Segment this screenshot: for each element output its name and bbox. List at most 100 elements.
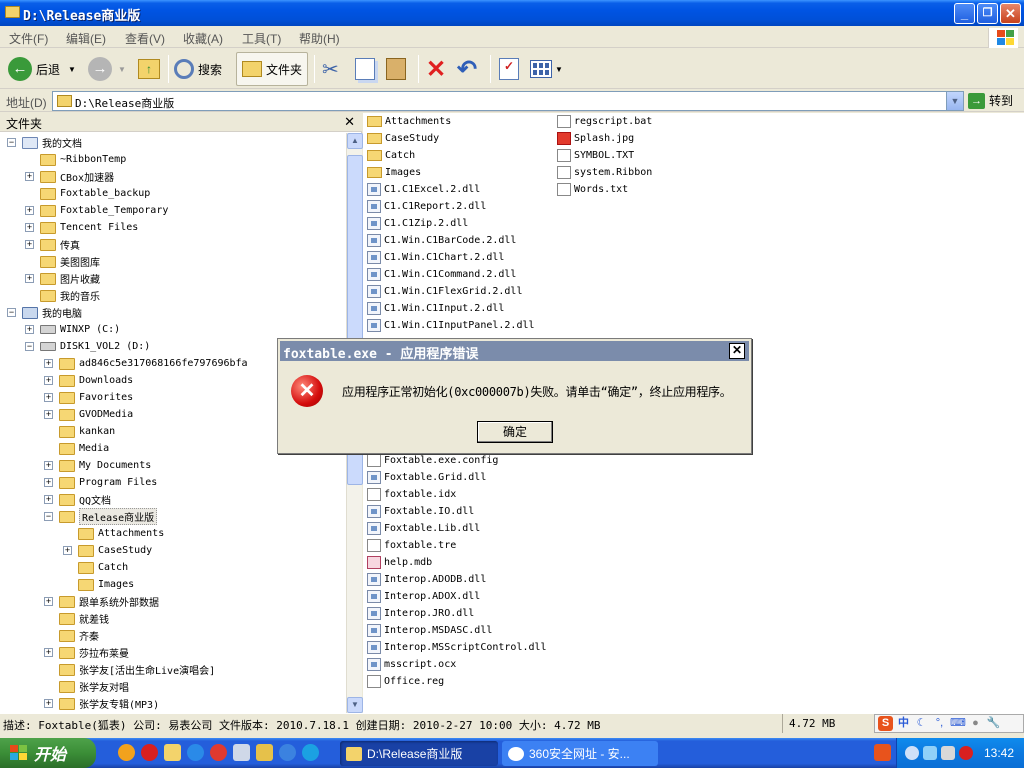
tree-node[interactable]: + My Documents: [44, 457, 151, 474]
tree-expander-icon[interactable]: +: [44, 461, 53, 470]
tree-node[interactable]: 我的音乐: [40, 287, 100, 304]
file-item[interactable]: Interop.JRO.dll: [367, 605, 474, 621]
close-button[interactable]: ✕: [1000, 3, 1021, 24]
tree-expander-icon[interactable]: +: [25, 325, 34, 334]
menu-file[interactable]: 文件(F): [9, 30, 48, 47]
tree-expander-icon[interactable]: +: [63, 546, 72, 555]
back-dropdown-icon[interactable]: ▼: [68, 65, 76, 74]
tree-expander-icon[interactable]: +: [44, 393, 53, 402]
tree-node[interactable]: 就差钱: [59, 610, 109, 627]
ok-button[interactable]: 确定: [477, 421, 553, 443]
tree-node[interactable]: + 张学友专辑(MP3): [44, 695, 159, 712]
copy-button[interactable]: [355, 52, 375, 86]
360-browser-icon[interactable]: [279, 744, 296, 761]
tree-expander-icon[interactable]: +: [25, 223, 34, 232]
forward-dropdown-icon[interactable]: ▼: [118, 65, 126, 74]
tree-expander-icon[interactable]: −: [44, 512, 53, 521]
folder-shortcut-icon[interactable]: [256, 744, 273, 761]
file-item[interactable]: C1.Win.C1Chart.2.dll: [367, 249, 504, 265]
views-dropdown-icon[interactable]: ▼: [555, 65, 563, 74]
tree-node[interactable]: − 我的电脑: [7, 304, 82, 321]
menu-tools[interactable]: 工具(T): [242, 30, 281, 47]
tree-node[interactable]: + Program Files: [44, 474, 157, 491]
tray-volume-icon[interactable]: [941, 746, 955, 760]
file-item[interactable]: foxtable.tre: [367, 537, 456, 553]
undo-button[interactable]: ↶: [457, 52, 477, 86]
tree-node[interactable]: Attachments: [78, 525, 164, 542]
file-item[interactable]: foxtable.idx: [367, 486, 456, 502]
tree-node[interactable]: Foxtable_backup: [40, 185, 150, 202]
back-button[interactable]: ← 后退 ▼: [8, 52, 76, 86]
file-item[interactable]: SYMBOL.TXT: [557, 147, 634, 163]
folders-button[interactable]: 文件夹: [236, 52, 309, 86]
tree-expander-icon[interactable]: +: [44, 597, 53, 606]
tree-expander-icon[interactable]: +: [44, 359, 53, 368]
properties-button[interactable]: ✓: [499, 52, 519, 86]
maximize-button[interactable]: ❐: [977, 3, 998, 24]
menu-view[interactable]: 查看(V): [125, 30, 165, 47]
qq-icon[interactable]: [187, 744, 204, 761]
file-item[interactable]: C1.Win.C1Input.2.dll: [367, 300, 504, 316]
scroll-up-icon[interactable]: ▲: [347, 133, 363, 149]
desktop-icon[interactable]: [233, 744, 250, 761]
delete-button[interactable]: ✕: [426, 52, 446, 86]
file-item[interactable]: Catch: [367, 147, 415, 163]
file-item[interactable]: C1.C1Zip.2.dll: [367, 215, 468, 231]
address-dropdown-icon[interactable]: ▼: [946, 92, 963, 110]
tree-node[interactable]: kankan: [59, 423, 115, 440]
file-item[interactable]: Foxtable.Grid.dll: [367, 469, 486, 485]
opera-icon[interactable]: [210, 744, 227, 761]
file-item[interactable]: Images: [367, 164, 421, 180]
tree-expander-icon[interactable]: +: [25, 206, 34, 215]
file-item[interactable]: Foxtable.IO.dll: [367, 503, 474, 519]
user-icon[interactable]: ●: [968, 716, 983, 731]
tree-node[interactable]: + WINXP (C:): [25, 321, 120, 338]
tree-node[interactable]: Images: [78, 576, 134, 593]
file-item[interactable]: Office.reg: [367, 673, 444, 689]
up-button[interactable]: ↑: [138, 52, 160, 86]
tree-node[interactable]: + CBox加速器: [25, 168, 114, 185]
tree-expander-icon[interactable]: +: [25, 172, 34, 181]
settings-icon[interactable]: 🔧: [986, 716, 1001, 731]
tree-expander-icon[interactable]: +: [44, 376, 53, 385]
tree-expander-icon[interactable]: +: [25, 240, 34, 249]
forward-button[interactable]: → ▼: [88, 52, 126, 86]
file-item[interactable]: Interop.ADODB.dll: [367, 571, 486, 587]
tree-expander-icon[interactable]: +: [44, 478, 53, 487]
file-item[interactable]: Foxtable.exe.config: [367, 452, 498, 468]
task-explorer[interactable]: D:\Release商业版: [340, 741, 498, 766]
tree-node[interactable]: Media: [59, 440, 109, 457]
file-item[interactable]: Splash.jpg: [557, 130, 634, 146]
dialog-close-button[interactable]: ✕: [729, 343, 745, 359]
file-item[interactable]: C1.Win.C1FlexGrid.2.dll: [367, 283, 522, 299]
tree-node[interactable]: + Tencent Files: [25, 219, 138, 236]
file-item[interactable]: Attachments: [367, 113, 451, 129]
keyboard-icon[interactable]: ⌨: [950, 716, 966, 731]
tree-node[interactable]: + CaseStudy: [63, 542, 152, 559]
qq-penguin-icon[interactable]: [118, 744, 135, 761]
tree-expander-icon[interactable]: −: [25, 342, 34, 351]
tree-expander-icon[interactable]: +: [44, 648, 53, 657]
tray-expand-icon[interactable]: [905, 746, 919, 760]
menu-edit[interactable]: 编辑(E): [66, 30, 106, 47]
punctuation-icon[interactable]: °,: [932, 716, 947, 731]
file-item[interactable]: C1.Win.C1Command.2.dll: [367, 266, 516, 282]
tree-expander-icon[interactable]: +: [25, 274, 34, 283]
tree-expander-icon[interactable]: +: [44, 699, 53, 708]
tree-node[interactable]: + Downloads: [44, 372, 133, 389]
tree-node[interactable]: + 莎拉布莱曼: [44, 644, 129, 661]
file-item[interactable]: Words.txt: [557, 181, 628, 197]
tree-node[interactable]: + 图片收藏: [25, 270, 100, 287]
tree-node[interactable]: 张学友[活出生命Live演唱会]: [59, 661, 215, 678]
minimize-button[interactable]: _: [954, 3, 975, 24]
file-item[interactable]: Interop.MSScriptControl.dll: [367, 639, 547, 655]
sogou-ime-icon[interactable]: S: [878, 716, 893, 731]
cut-button[interactable]: ✂: [322, 52, 339, 86]
tree-expander-icon[interactable]: +: [44, 495, 53, 504]
tree-node[interactable]: + Foxtable_Temporary: [25, 202, 168, 219]
address-input[interactable]: D:\Release商业版 ▼: [52, 91, 964, 111]
tree-node[interactable]: + 跟单系统外部数据: [44, 593, 159, 610]
menu-help[interactable]: 帮助(H): [299, 30, 340, 47]
menu-favorites[interactable]: 收藏(A): [183, 30, 223, 47]
file-item[interactable]: Interop.MSDASC.dll: [367, 622, 492, 638]
